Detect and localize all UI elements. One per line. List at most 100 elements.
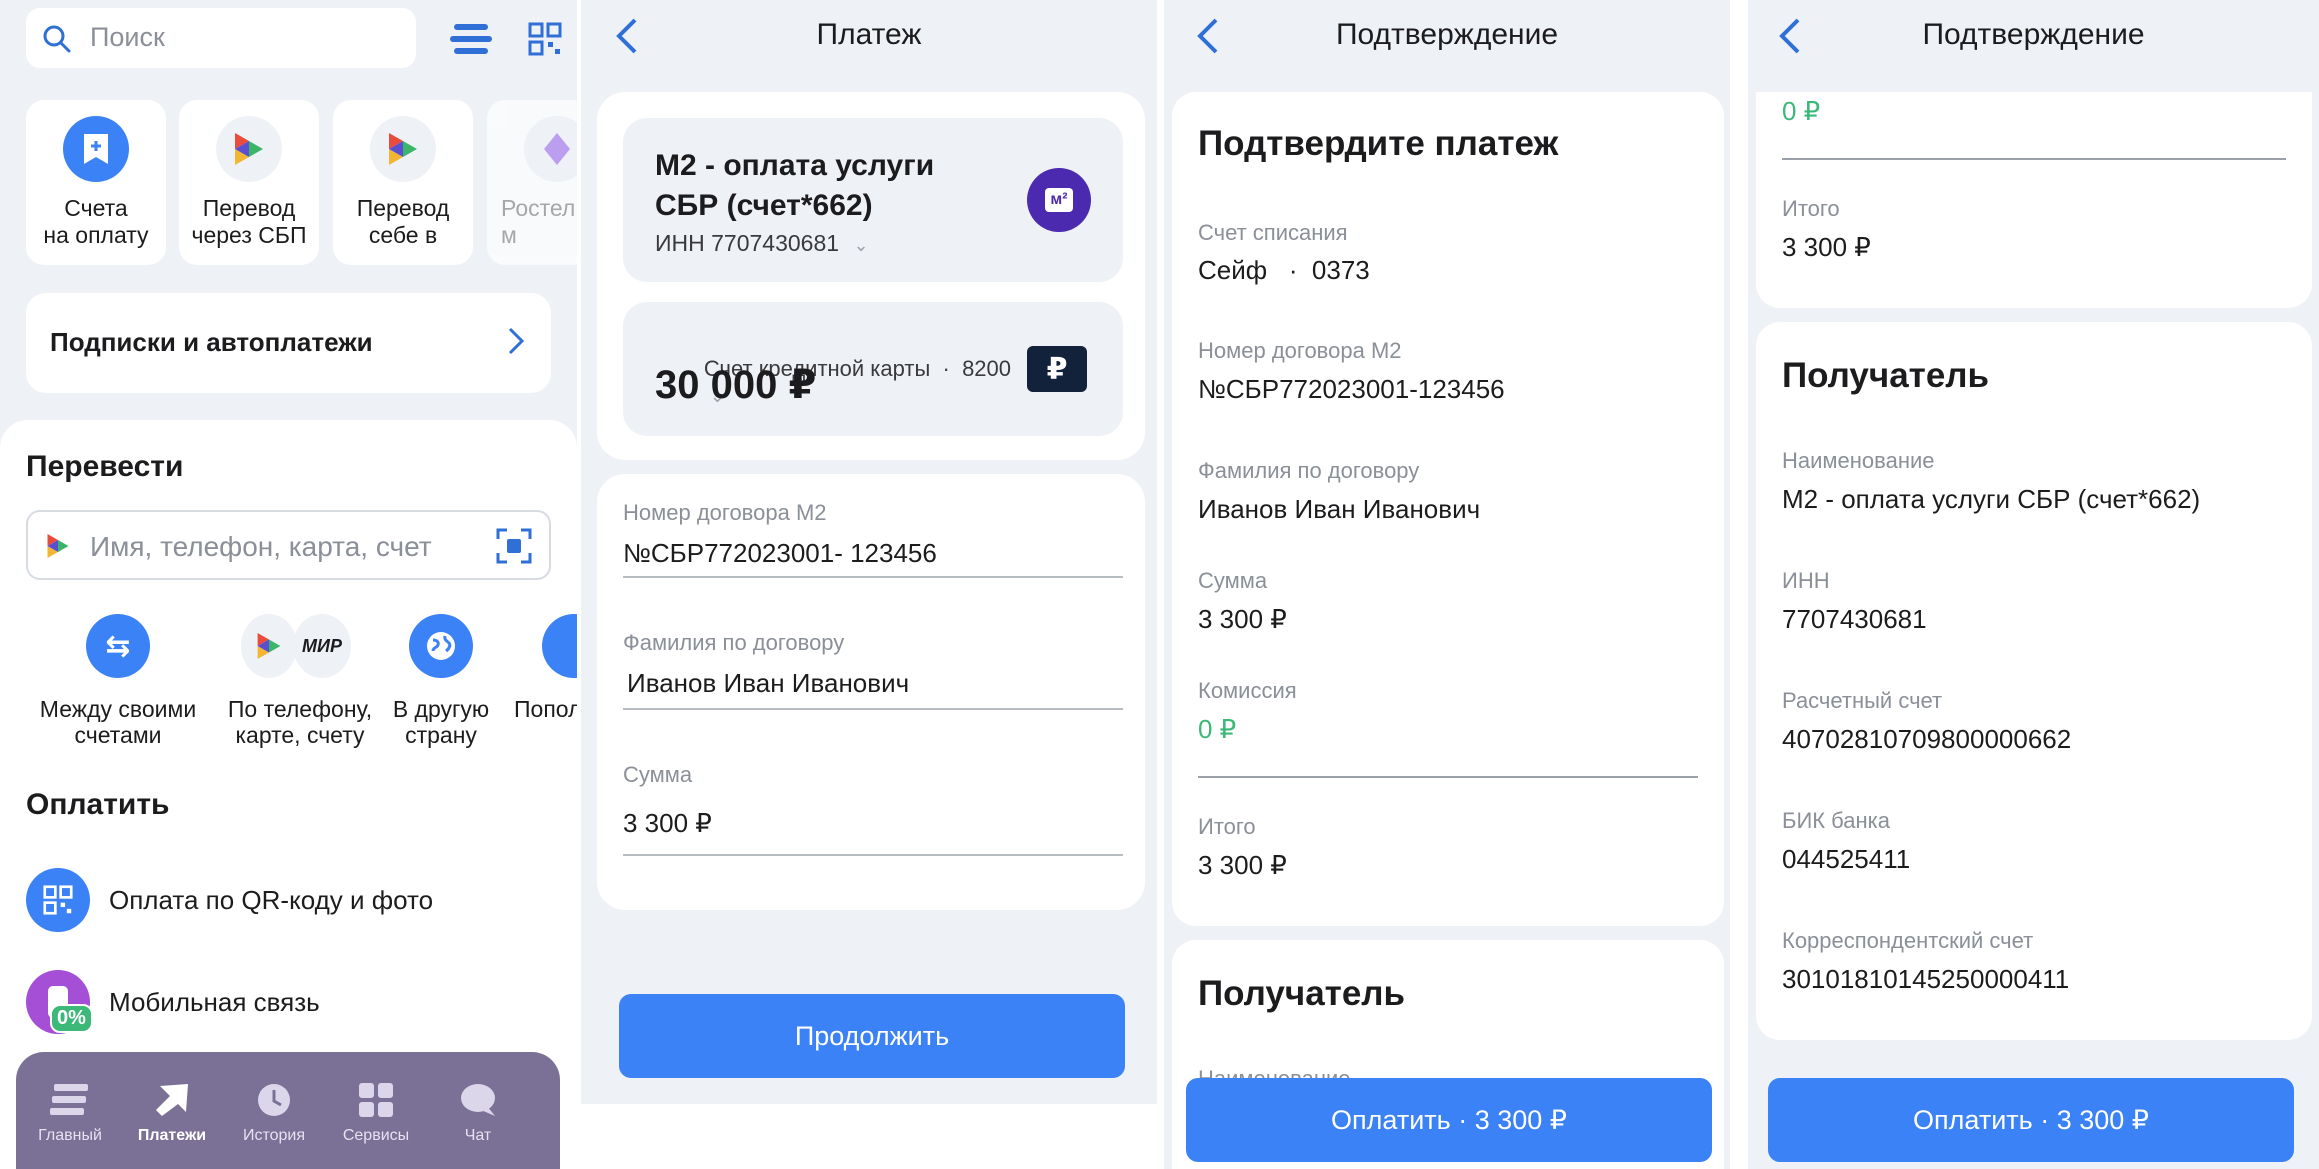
- divider: [623, 854, 1123, 856]
- field-label: Счет списания: [1198, 220, 1348, 245]
- account-card[interactable]: Счет кредитной карты · 8200 ⌄ 30 000 ₽ ₽: [623, 302, 1123, 436]
- sbp-icon: [216, 116, 282, 182]
- tile-sbp-transfer[interactable]: Перевод через СБП: [179, 100, 319, 265]
- home-tab-icon: [50, 1084, 88, 1115]
- scan-icon[interactable]: [496, 528, 532, 564]
- ruble-icon: ₽: [1027, 346, 1087, 392]
- pay-item-label: Оплата по QR-коду и фото: [109, 885, 434, 915]
- tile-rostelecom[interactable]: Ростел м: [487, 100, 577, 265]
- inn-dropdown[interactable]: ИНН 7707430681 ⌄: [655, 230, 869, 257]
- rostelecom-icon: [524, 116, 577, 182]
- balance: 30 000 ₽: [655, 363, 817, 407]
- home-panel: Поиск Счета на оплату Перевод через СБП …: [0, 0, 577, 1169]
- sbp-icon: [47, 534, 69, 558]
- transfer-placeholder: Имя, телефон, карта, счет: [90, 531, 432, 562]
- field-value: 7707430681: [1782, 604, 1927, 634]
- tab-payments[interactable]: Платежи: [132, 1082, 212, 1162]
- action-between-accounts[interactable]: ⇆ Между своими счетами: [18, 614, 218, 748]
- field-label: Наименование: [1782, 448, 1935, 473]
- m2-logo-text: м²: [1045, 188, 1073, 212]
- recipient-heading: Получатель: [1198, 974, 1406, 1013]
- action-label: Между своими счетами: [39, 696, 197, 748]
- payments-tab-icon: [156, 1084, 188, 1116]
- surname-input[interactable]: Иванов Иван Иванович: [627, 668, 909, 699]
- contract-input[interactable]: №СБР772023001- 123456: [623, 538, 937, 569]
- recipient-card: Получатель Наименование М2 - оплата услу…: [1756, 322, 2312, 1040]
- grid-icon: [359, 1083, 393, 1117]
- tile-self-transfer[interactable]: Перевод себе в: [333, 100, 473, 265]
- divider: [623, 708, 1123, 710]
- search-bar[interactable]: Поиск: [26, 8, 416, 68]
- tile-label: Перевод себе в: [356, 195, 450, 248]
- pay-button[interactable]: Оплатить · 3 300 ₽: [1186, 1078, 1712, 1162]
- field-value: 044525411: [1782, 844, 1911, 874]
- field-value: 40702810709800000662: [1782, 724, 2072, 754]
- field-label: Корреспондентский счет: [1782, 928, 2034, 953]
- action-top-up[interactable]: Попол: [512, 614, 577, 724]
- confirm-heading: Подтвердите платеж: [1198, 124, 1559, 163]
- action-by-phone[interactable]: МИР По телефону, карте, счету: [210, 614, 380, 748]
- tile-label: Счета на оплату: [43, 195, 149, 248]
- tile-invoices[interactable]: Счета на оплату: [26, 100, 166, 265]
- search-input[interactable]: Поиск: [90, 22, 165, 53]
- action-label: В другую страну: [392, 696, 490, 748]
- chat-icon: [461, 1084, 495, 1116]
- surname-label: Фамилия по договору: [623, 630, 845, 655]
- zero-percent-badge: 0%: [50, 1004, 93, 1033]
- qr-icon[interactable]: [528, 22, 562, 56]
- subscriptions-label: Подписки и автоплатежи: [50, 327, 373, 357]
- confirmation-recipient-panel: Подтверждение 0 ₽ Итого 3 300 ₽ Получате…: [1744, 0, 2319, 1169]
- sbp-icon: [370, 116, 436, 182]
- field-label: Номер договора М2: [1198, 338, 1402, 363]
- pay-item-qr[interactable]: Оплата по QR-коду и фото: [26, 868, 546, 934]
- sum-label: Сумма: [623, 762, 693, 787]
- tile-label: Перевод через СБП: [191, 195, 307, 248]
- search-icon: [43, 25, 71, 53]
- divider: [1198, 776, 1698, 778]
- page-title: Подтверждение: [1335, 18, 1559, 51]
- field-value: 30101810145250000411: [1782, 964, 2070, 994]
- transfer-title: Перевести: [26, 450, 184, 483]
- tab-services[interactable]: Сервисы: [336, 1082, 416, 1162]
- tab-chat[interactable]: Чат: [438, 1082, 518, 1162]
- globe-icon: [409, 614, 473, 678]
- payment-form-card: Номер договора М2 №СБР772023001- 123456 …: [597, 474, 1145, 910]
- pay-button[interactable]: Оплатить · 3 300 ₽: [1768, 1078, 2294, 1162]
- topup-icon: [542, 614, 577, 678]
- recipient-card[interactable]: М2 - оплата услуги СБР (счет*662) ИНН 77…: [623, 118, 1123, 282]
- tab-history[interactable]: История: [234, 1082, 314, 1162]
- summary-card: 0 ₽ Итого 3 300 ₽: [1756, 92, 2312, 308]
- field-label: ИНН: [1782, 568, 1830, 593]
- field-label: Сумма: [1198, 568, 1268, 593]
- pay-item-mobile[interactable]: 0% Мобильная связь: [26, 970, 546, 1036]
- field-label: Фамилия по договору: [1198, 458, 1420, 483]
- tab-bar: Главный Платежи История Сервисы Чат: [16, 1052, 560, 1169]
- chevron-right-icon: [508, 327, 524, 355]
- payment-panel: Платеж М2 - оплата услуги СБР (счет*662)…: [577, 0, 1157, 1169]
- divider: [623, 576, 1123, 578]
- confirm-card: Подтвердите платеж Счет списания Сейф · …: [1172, 92, 1724, 926]
- total-value: 3 300 ₽: [1198, 850, 1287, 880]
- mir-icon: МИР: [293, 614, 351, 678]
- tab-home[interactable]: Главный: [30, 1082, 110, 1162]
- continue-button[interactable]: Продолжить: [619, 994, 1125, 1078]
- field-label: БИК банка: [1782, 808, 1891, 833]
- action-label: Попол: [514, 696, 577, 722]
- pay-title: Оплатить: [26, 788, 170, 821]
- field-value: 3 300 ₽: [1198, 604, 1287, 634]
- recipient-heading: Получатель: [1782, 356, 1990, 395]
- sum-input[interactable]: 3 300 ₽: [623, 808, 712, 839]
- tab-label: История: [242, 1127, 306, 1144]
- divider: [1782, 158, 2286, 160]
- action-abroad[interactable]: В другую страну: [376, 614, 506, 748]
- payment-top-card: М2 - оплата услуги СБР (счет*662) ИНН 77…: [597, 92, 1145, 460]
- tile-label: Ростел м: [501, 195, 576, 248]
- confirmation-panel: Подтверждение Подтвердите платеж Счет сп…: [1160, 0, 1730, 1169]
- recipient-name: М2 - оплата услуги СБР (счет*662): [655, 149, 935, 222]
- transfer-input[interactable]: Имя, телефон, карта, счет: [26, 510, 551, 580]
- field-value: Сейф · 0373: [1198, 255, 1370, 285]
- tab-label: Платежи: [137, 1127, 207, 1144]
- stack-icon[interactable]: [450, 22, 492, 56]
- total-label: Итого: [1198, 814, 1256, 839]
- subscriptions-row[interactable]: Подписки и автоплатежи: [26, 293, 551, 393]
